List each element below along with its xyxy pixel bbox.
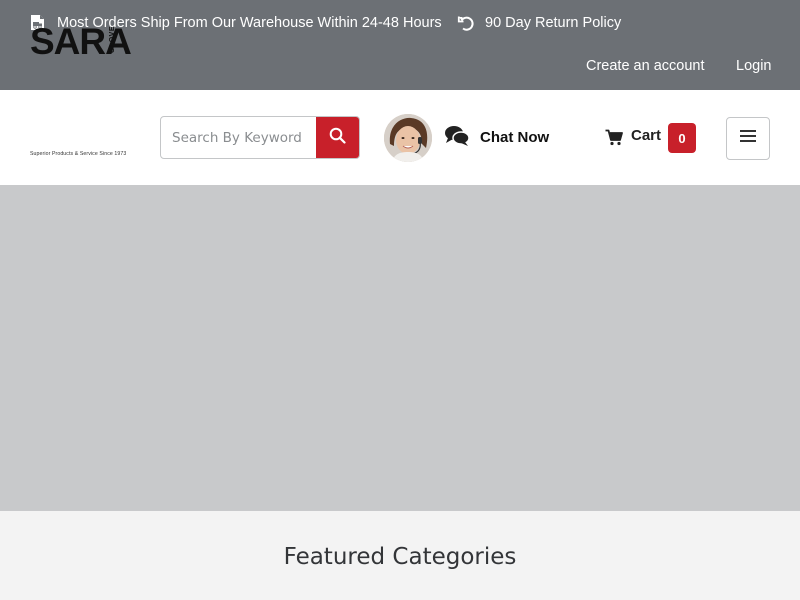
menu-button[interactable] bbox=[726, 117, 770, 160]
chat-bubbles-icon[interactable] bbox=[444, 124, 470, 153]
search-input[interactable] bbox=[161, 117, 317, 158]
create-account-link[interactable]: Create an account bbox=[586, 58, 705, 74]
hamburger-icon bbox=[740, 129, 756, 148]
search-box bbox=[160, 116, 360, 159]
chat-now-link[interactable]: Chat Now bbox=[480, 129, 549, 146]
featured-categories-section: Featured Categories bbox=[0, 511, 800, 600]
search-icon bbox=[329, 127, 346, 149]
cart-icon[interactable] bbox=[605, 129, 623, 151]
logo-tagline: Superior Products & Service Since 1973 bbox=[30, 151, 127, 157]
logo[interactable]: SARA GLOVE bbox=[30, 22, 142, 62]
hero-banner bbox=[0, 185, 800, 511]
logo-sub: GLOVE bbox=[109, 26, 116, 54]
return-icon bbox=[457, 14, 475, 32]
cart-count-badge[interactable]: 0 bbox=[668, 123, 696, 153]
return-notice: 90 Day Return Policy bbox=[457, 13, 621, 33]
support-agent-avatar[interactable] bbox=[384, 114, 432, 162]
cart-link[interactable]: Cart bbox=[631, 127, 661, 144]
login-link[interactable]: Login bbox=[736, 58, 771, 74]
return-notice-text: 90 Day Return Policy bbox=[485, 15, 622, 31]
featured-categories-heading: Featured Categories bbox=[283, 544, 517, 570]
search-button[interactable] bbox=[316, 117, 359, 158]
